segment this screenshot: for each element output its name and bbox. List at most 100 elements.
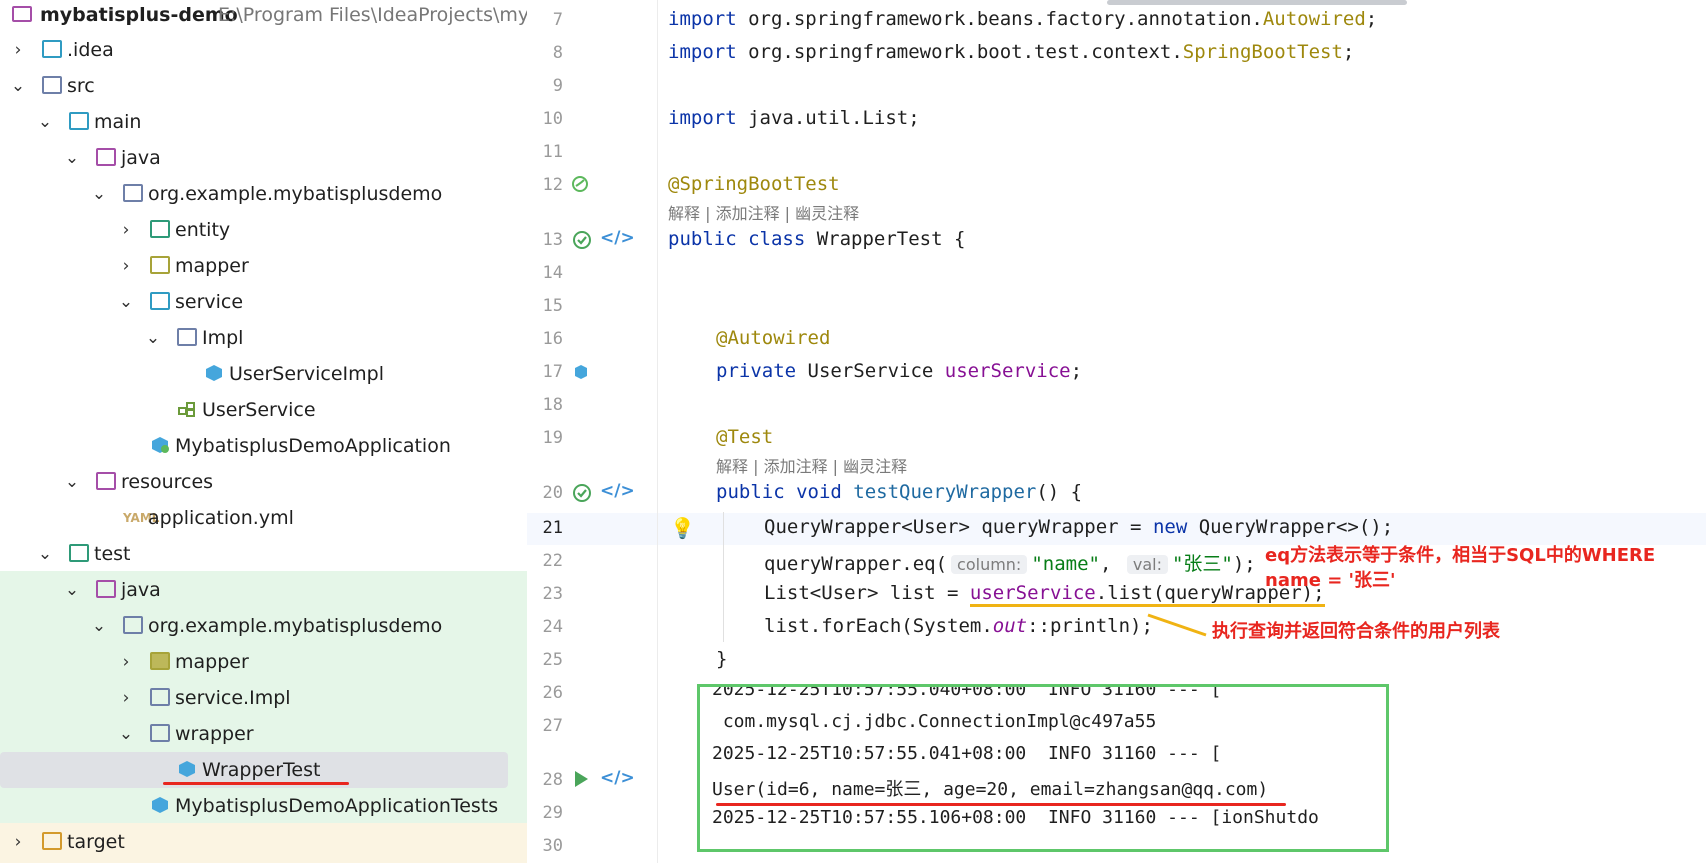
test-class-icon [152, 797, 168, 813]
chevron-right-icon[interactable]: › [8, 32, 28, 68]
target-folder-icon [42, 832, 62, 850]
line-number: 17 [542, 362, 563, 382]
tree-item-test-java[interactable]: ⌄ java [0, 572, 527, 608]
line-number: 9 [552, 76, 563, 96]
tree-label: wrapper [175, 723, 254, 745]
line-number: 29 [542, 803, 563, 823]
navigate-icon[interactable]: </> [600, 768, 635, 788]
line-number: 24 [542, 617, 563, 637]
tree-item-mapper[interactable]: › mapper [0, 248, 527, 284]
line-number: 23 [542, 584, 563, 604]
project-tree: mybatisplus-demo E:\Program Files\IdeaPr… [0, 0, 528, 863]
wrappertest-red-underline [163, 782, 349, 785]
chevron-down-icon[interactable]: ⌄ [8, 68, 28, 104]
tree-label: .idea [67, 39, 114, 61]
tree-label: target [67, 831, 125, 853]
tree-item-service-impl[interactable]: › service.Impl [0, 680, 527, 716]
chevron-right-icon[interactable]: › [116, 680, 136, 716]
tree-item-application-yml[interactable]: YAML application.yml [0, 500, 527, 536]
run-icon[interactable] [573, 770, 589, 788]
tree-label: Impl [202, 327, 244, 349]
annotation-arrow [1147, 613, 1207, 637]
chevron-down-icon[interactable]: ⌄ [35, 104, 55, 140]
navigate-icon[interactable]: </> [600, 228, 635, 248]
chevron-down-icon[interactable]: ⌄ [62, 464, 82, 500]
chevron-down-icon[interactable]: ⌄ [62, 572, 82, 608]
code-line: @Test [716, 426, 774, 448]
tree-label: UserServiceImpl [229, 363, 384, 385]
project-header[interactable]: mybatisplus-demo E:\Program Files\IdeaPr… [0, 0, 527, 30]
ai-actions-hint[interactable]: 解释 | 添加注释 | 幽灵注释 [668, 200, 859, 224]
chevron-down-icon[interactable]: ⌄ [89, 176, 109, 212]
line-number: 16 [542, 329, 563, 349]
tree-item-application-class[interactable]: MybatisplusDemoApplication [0, 428, 527, 464]
impl-folder-icon [177, 328, 197, 346]
tree-item-src[interactable]: ⌄ src [0, 68, 527, 104]
code-line: @SpringBootTest [668, 173, 840, 195]
service-folder-icon [150, 292, 170, 310]
chevron-right-icon[interactable]: › [8, 824, 28, 860]
tree-label: src [67, 75, 95, 97]
tree-item-test-package[interactable]: ⌄ org.example.mybatisplusdemo [0, 608, 527, 644]
chevron-right-icon[interactable]: › [116, 212, 136, 248]
tree-item-main[interactable]: ⌄ main [0, 104, 527, 140]
project-path: E:\Program Files\IdeaProjects\myba [218, 4, 527, 26]
test-passed-icon[interactable] [572, 230, 592, 250]
idea-folder-icon [42, 40, 62, 58]
package-folder-icon [123, 184, 143, 202]
chevron-down-icon[interactable]: ⌄ [89, 608, 109, 644]
console-line: com.mysql.cj.jdbc.ConnectionImpl@c497a55 [712, 711, 1157, 732]
param-hint: val: [1126, 555, 1168, 574]
code-line: QueryWrapper<User> queryWrapper = new Qu… [764, 516, 1394, 538]
chevron-down-icon[interactable]: ⌄ [35, 536, 55, 572]
spring-boot-class-icon [152, 437, 169, 453]
console-line: User(id=6, name=张三, age=20, email=zhangs… [712, 779, 1269, 800]
chevron-down-icon[interactable]: ⌄ [116, 716, 136, 752]
tree-label: MybatisplusDemoApplicationTests [175, 795, 499, 817]
tree-item-impl[interactable]: ⌄ Impl [0, 320, 527, 356]
src-folder-icon [42, 76, 62, 94]
tree-item-idea[interactable]: › .idea [0, 32, 527, 68]
tree-item-package[interactable]: ⌄ org.example.mybatisplusdemo [0, 176, 527, 212]
tree-item-target[interactable]: › target [0, 824, 527, 860]
line-number: 15 [542, 296, 563, 316]
tree-label: mapper [175, 651, 249, 673]
test-passed-icon[interactable] [572, 483, 592, 503]
line-number: 20 [542, 483, 563, 503]
code-line: public void testQueryWrapper() { [716, 481, 1083, 503]
tree-item-userservice[interactable]: UserService [0, 392, 527, 428]
tree-item-applicationtests[interactable]: MybatisplusDemoApplicationTests [0, 788, 527, 824]
tree-item-entity[interactable]: › entity [0, 212, 527, 248]
spring-bean-icon[interactable] [571, 175, 589, 193]
bulb-icon[interactable]: 💡 [670, 516, 695, 540]
tree-item-userserviceimpl[interactable]: UserServiceImpl [0, 356, 527, 392]
tree-item-wrapper[interactable]: ⌄ wrapper [0, 716, 527, 752]
chevron-right-icon[interactable]: › [116, 248, 136, 284]
tree-label: java [121, 579, 161, 601]
tree-item-test[interactable]: ⌄ test [0, 536, 527, 572]
tree-label: org.example.mybatisplusdemo [148, 615, 443, 637]
code-line: import org.springframework.boot.test.con… [668, 41, 1355, 63]
console-line: 2025-12-25T10:57:55.106+08:00 INFO 31160… [712, 807, 1319, 828]
chevron-down-icon[interactable]: ⌄ [62, 140, 82, 176]
test-class-icon [179, 761, 195, 777]
tree-item-java[interactable]: ⌄ java [0, 140, 527, 176]
tree-label: org.example.mybatisplusdemo [148, 183, 443, 205]
yaml-file-icon: YAML [123, 511, 160, 525]
tree-item-service[interactable]: ⌄ service [0, 284, 527, 320]
console-output[interactable]: 2025-12-25T10:57:55.040+08:00 INFO 31160… [697, 684, 1389, 852]
tree-item-test-mapper[interactable]: › mapper [0, 644, 527, 680]
indent-guide [723, 512, 724, 642]
line-number: 18 [542, 395, 563, 415]
chevron-down-icon[interactable]: ⌄ [116, 284, 136, 320]
tree-label: service.Impl [175, 687, 291, 709]
navigate-icon[interactable]: </> [600, 481, 635, 501]
code-line: @Autowired [716, 327, 831, 349]
chevron-down-icon[interactable]: ⌄ [143, 320, 163, 356]
mapper-folder-icon [150, 652, 170, 670]
tree-label: java [121, 147, 161, 169]
bean-injection-icon[interactable] [573, 364, 589, 380]
tree-item-resources[interactable]: ⌄ resources [0, 464, 527, 500]
chevron-right-icon[interactable]: › [116, 644, 136, 680]
ai-actions-hint[interactable]: 解释 | 添加注释 | 幽灵注释 [716, 453, 907, 477]
